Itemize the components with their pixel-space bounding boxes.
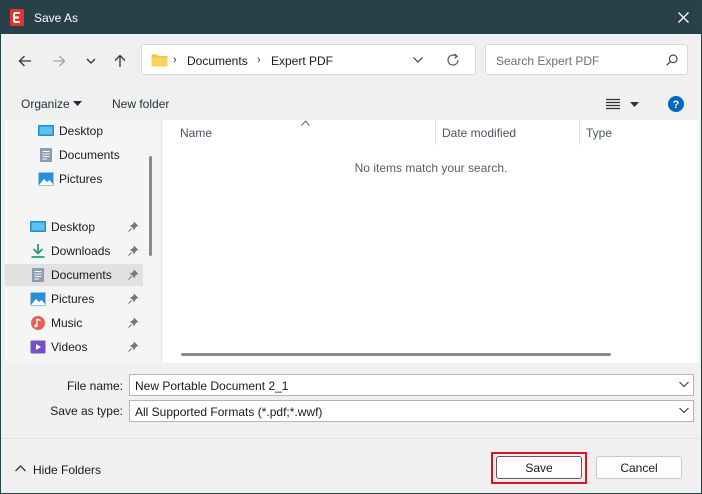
nav-item-documents[interactable]: Documents — [5, 144, 143, 166]
nav-item-downloads[interactable]: Downloads — [5, 240, 143, 262]
nav-pane-scrollbar[interactable] — [149, 156, 152, 256]
close-button[interactable] — [667, 1, 701, 34]
window-title: Save As — [34, 11, 79, 25]
new-folder-button[interactable]: New folder — [112, 97, 169, 111]
downloads-icon — [31, 244, 45, 258]
save-button[interactable]: Save — [496, 456, 582, 479]
nav-item-label: Documents — [59, 148, 120, 162]
recent-locations-button[interactable] — [80, 50, 102, 72]
nav-item-label: Music — [51, 316, 83, 330]
pictures-icon — [30, 292, 46, 306]
folder-icon — [151, 54, 168, 67]
pin-icon[interactable] — [128, 221, 139, 232]
expert-pdf-app-icon — [10, 9, 24, 26]
nav-item-pictures-pinned[interactable]: Pictures — [5, 288, 143, 310]
forward-button[interactable] — [48, 50, 70, 72]
dialog-footer: Hide Folders Save Cancel — [1, 438, 701, 493]
up-button[interactable] — [109, 50, 131, 72]
address-bar[interactable]: › Documents › Expert PDF — [141, 44, 476, 75]
arrow-left-icon — [18, 55, 31, 67]
file-name-value[interactable]: New Portable Document 2_1 — [135, 379, 288, 393]
organize-menu[interactable]: Organize — [21, 97, 70, 111]
column-divider[interactable] — [579, 120, 580, 145]
column-divider[interactable] — [435, 120, 436, 145]
close-icon — [678, 12, 689, 23]
svg-text:?: ? — [673, 99, 680, 111]
nav-item-videos[interactable]: Videos — [5, 336, 143, 358]
nav-item-label: Pictures — [51, 292, 95, 306]
caret-down-icon[interactable] — [73, 101, 82, 106]
column-header-date-modified[interactable]: Date modified — [442, 126, 516, 140]
documents-icon — [32, 268, 44, 282]
nav-item-pictures[interactable]: Pictures — [5, 168, 143, 190]
pin-icon[interactable] — [128, 269, 139, 280]
videos-icon — [30, 340, 46, 354]
chevron-down-icon[interactable] — [679, 381, 689, 388]
hide-folders-label: Hide Folders — [33, 463, 102, 477]
file-list-horizontal-scrollbar[interactable] — [181, 353, 611, 356]
nav-item-desktop[interactable]: Desktop — [5, 120, 143, 142]
pin-icon[interactable] — [128, 317, 139, 328]
list-view-icon — [606, 98, 620, 110]
chevron-down-icon[interactable] — [679, 407, 689, 414]
chevron-up-icon — [15, 465, 26, 472]
save-as-dialog: Save As › Documents › Expert PDF Search … — [0, 0, 702, 494]
music-icon — [31, 316, 45, 330]
search-icon[interactable] — [666, 54, 678, 66]
breadcrumb-separator: › — [257, 54, 261, 66]
column-header-name[interactable]: Name — [180, 126, 212, 140]
save-as-type-select[interactable]: All Supported Formats (*.pdf;*.wwf) — [129, 400, 694, 422]
breadcrumb-expert-pdf[interactable]: Expert PDF — [271, 54, 333, 68]
nav-item-label: Videos — [51, 340, 88, 354]
navigation-pane[interactable]: Desktop Documents Pictures Desktop Downl… — [5, 120, 160, 363]
pin-icon[interactable] — [128, 293, 139, 304]
refresh-icon[interactable] — [446, 53, 460, 67]
title-bar: Save As — [1, 1, 701, 34]
save-form: File name: New Portable Document 2_1 Sav… — [1, 365, 701, 438]
help-icon: ? — [668, 96, 684, 112]
file-list[interactable]: Name Date modified Type No items match y… — [163, 120, 699, 363]
help-button[interactable]: ? — [668, 96, 684, 112]
pictures-icon — [38, 172, 54, 186]
nav-item-label: Desktop — [59, 124, 104, 138]
arrow-up-icon — [114, 54, 126, 67]
search-box[interactable] — [485, 44, 688, 75]
nav-item-label: Documents — [51, 268, 112, 282]
sort-ascending-icon — [301, 120, 310, 126]
address-history-chevron-icon[interactable] — [413, 57, 423, 63]
arrow-right-icon — [53, 55, 66, 67]
save-as-type-label: Save as type: — [50, 404, 123, 418]
pin-icon[interactable] — [128, 245, 139, 256]
documents-icon — [40, 148, 52, 162]
change-view-button[interactable] — [606, 96, 642, 112]
nav-item-label: Downloads — [51, 244, 111, 258]
file-name-label: File name: — [66, 379, 123, 393]
nav-item-label: Desktop — [51, 220, 96, 234]
search-input[interactable] — [494, 52, 663, 70]
nav-item-label: Pictures — [59, 172, 103, 186]
file-name-field[interactable]: New Portable Document 2_1 — [129, 374, 694, 396]
chevron-down-icon — [86, 58, 96, 64]
empty-message: No items match your search. — [354, 161, 508, 175]
desktop-icon — [30, 221, 46, 232]
column-header-type[interactable]: Type — [586, 126, 612, 140]
cancel-button[interactable]: Cancel — [596, 456, 682, 479]
save-as-type-value[interactable]: All Supported Formats (*.pdf;*.wwf) — [135, 405, 322, 419]
nav-item-documents-pinned[interactable]: Documents — [5, 264, 143, 286]
breadcrumb-documents[interactable]: Documents — [187, 54, 248, 68]
pin-icon[interactable] — [128, 341, 139, 352]
back-button[interactable] — [14, 50, 36, 72]
breadcrumb-separator: › — [173, 54, 177, 66]
nav-item-desktop-pinned[interactable]: Desktop — [5, 216, 143, 238]
desktop-icon — [38, 125, 54, 136]
caret-down-icon — [630, 102, 639, 107]
nav-item-music[interactable]: Music — [5, 312, 143, 334]
